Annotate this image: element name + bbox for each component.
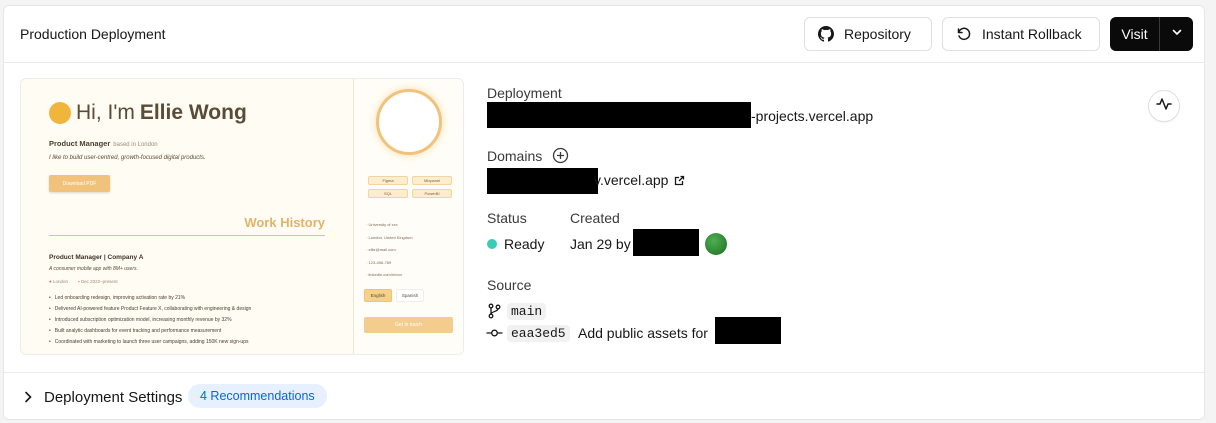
preview-sidebar: Figma Mixpanel SQL PowerBI University of… <box>353 79 463 354</box>
add-domain-icon[interactable] <box>552 147 569 169</box>
visit-button[interactable]: Visit <box>1110 17 1160 51</box>
pin-icon: ● <box>49 279 52 284</box>
branch-name[interactable]: main <box>507 303 547 320</box>
commit-hash[interactable]: eaa3ed5 <box>507 325 570 342</box>
repository-label: Repository <box>844 26 911 42</box>
preview-main: Hi, I'm Ellie Wong Product Manager based … <box>21 79 353 354</box>
created-value: Jan 29 by <box>570 236 631 252</box>
status-value: Ready <box>504 236 545 252</box>
deployment-settings-row[interactable]: Deployment Settings 4 Recommendations <box>4 372 1204 420</box>
chevron-right-icon <box>22 390 34 409</box>
instant-rollback-button[interactable]: Instant Rollback <box>942 17 1100 51</box>
deployment-settings-label: Deployment Settings <box>44 389 183 406</box>
work-history-heading: Work History <box>244 215 325 230</box>
location-note: based in London <box>113 142 158 148</box>
list-item: linkedin.com/in/xxx <box>366 269 413 282</box>
deployment-card: Production Deployment Repository Instant… <box>3 5 1205 420</box>
domain-text: v.vercel.app <box>594 172 669 188</box>
commit-message: Add public assets for <box>578 325 708 341</box>
job-bullets: Led onboarding redesign, improving activ… <box>49 293 252 348</box>
avatar[interactable] <box>705 233 727 255</box>
skills-grid: Figma Mixpanel SQL PowerBI <box>368 176 452 198</box>
list-item: Delivered AI-powered feature Product Fea… <box>49 304 252 315</box>
status-indicator <box>487 239 497 249</box>
divider <box>49 235 325 236</box>
deployment-preview[interactable]: Hi, I'm Ellie Wong Product Manager based … <box>20 78 464 355</box>
external-link-icon <box>674 173 685 189</box>
recommendations-badge[interactable]: 4 Recommendations <box>188 384 327 408</box>
job-title: Product Manager | Company A <box>49 254 144 261</box>
waving-hand-icon <box>49 102 71 124</box>
skill-chip: SQL <box>368 189 408 198</box>
download-pdf-button: Download PDF <box>49 175 110 192</box>
list-item: London, United Kingdom <box>366 232 413 245</box>
domains-label: Domains <box>487 148 543 164</box>
avatar <box>376 89 442 155</box>
preview-role: Product Manager based in London <box>49 139 158 148</box>
contact-list: University of xxx London, United Kingdom… <box>366 219 413 282</box>
list-item: University of xxx <box>366 219 413 232</box>
redacted-block <box>487 102 751 128</box>
list-item: Introduced subscription optimization mod… <box>49 315 251 326</box>
job-location-text: London <box>52 279 69 284</box>
status-label: Status <box>487 210 527 226</box>
repository-button[interactable]: Repository <box>804 17 932 51</box>
github-icon <box>818 26 834 42</box>
skill-chip: PowerBI <box>412 189 452 198</box>
list-item: Coordinated with marketing to launch thr… <box>49 337 251 348</box>
redacted-block <box>715 317 781 344</box>
job-location: ● London <box>49 279 68 284</box>
job-description: A consumer mobile app with 8M+ users. <box>49 266 138 272</box>
page-title: Production Deployment <box>20 26 166 42</box>
rollback-icon <box>956 26 972 42</box>
role-text: Product Manager <box>49 139 111 148</box>
job-dates-text: Dec 2022–present <box>80 279 118 284</box>
lang-english: English <box>364 289 392 302</box>
language-toggle: English Spanish <box>364 289 424 302</box>
list-item: ellie@mail.com <box>366 244 413 257</box>
activity-icon <box>1156 97 1172 116</box>
redacted-block <box>487 168 598 194</box>
list-item: 123-456-789 <box>366 257 413 270</box>
get-in-touch-button: Get in touch <box>364 317 453 333</box>
activity-button[interactable] <box>1148 90 1180 122</box>
lang-spanish: Spanish <box>396 289 424 302</box>
preview-tagline: I like to build user-centred, growth-foc… <box>49 155 206 161</box>
job-dates: ▪ Dec 2022–present <box>78 279 118 284</box>
skill-chip: Mixpanel <box>412 176 452 185</box>
chevron-down-icon <box>1171 25 1183 43</box>
visit-split-button: Visit <box>1110 17 1193 51</box>
created-label: Created <box>570 210 620 226</box>
calendar-icon: ▪ <box>78 279 80 284</box>
list-item: Built analytic dashboards for event trac… <box>49 326 251 337</box>
branch-icon <box>487 303 502 324</box>
domain-link[interactable]: v.vercel.app <box>594 172 685 189</box>
deployment-label: Deployment <box>487 85 562 101</box>
commit-icon <box>486 326 503 344</box>
greeting-text: Hi, I'm <box>76 101 135 124</box>
job-meta: ● London ▪ Dec 2022–present <box>49 279 118 284</box>
skill-chip: Figma <box>368 176 408 185</box>
source-label: Source <box>487 277 532 293</box>
redacted-block <box>633 229 699 256</box>
list-item: Led onboarding redesign, improving activ… <box>49 293 251 304</box>
preview-greeting: Hi, I'm Ellie Wong <box>49 101 247 125</box>
deployment-url[interactable]: -projects.vercel.app <box>751 108 873 124</box>
rollback-label: Instant Rollback <box>982 26 1082 42</box>
preview-name: Ellie Wong <box>139 101 247 124</box>
visit-menu-toggle[interactable] <box>1160 17 1193 51</box>
card-header: Production Deployment Repository Instant… <box>4 6 1204 63</box>
